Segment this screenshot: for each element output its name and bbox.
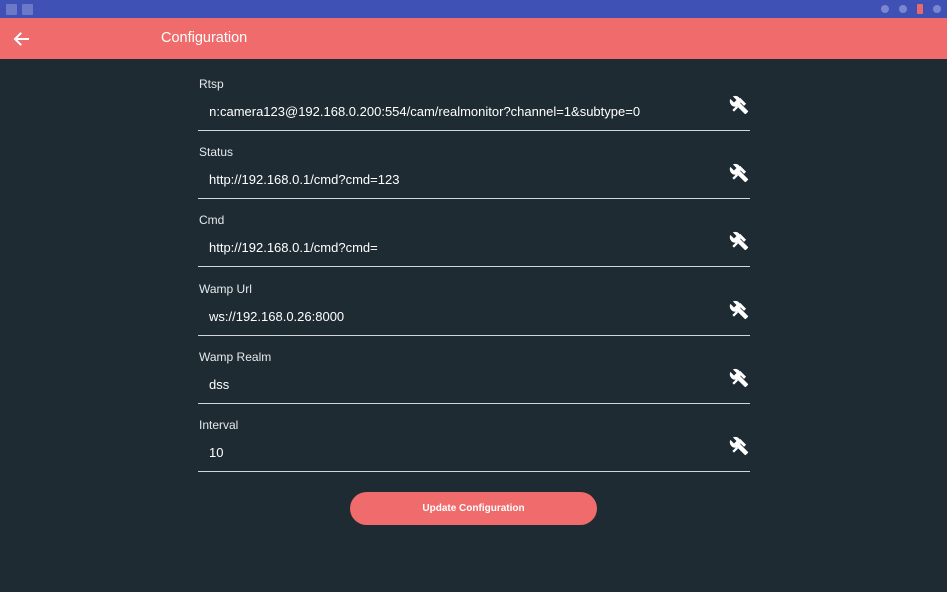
field-underline [198,335,750,336]
interval-input[interactable] [209,440,714,464]
status-input[interactable] [209,167,714,191]
field-underline [198,130,750,131]
back-button[interactable] [8,26,34,52]
status-bar-system-icons [881,4,941,14]
app-bar: Configuration [0,18,947,59]
field-wamp-url: Wamp Url [198,278,750,346]
wifi-icon [899,5,907,13]
field-label-cmd: Cmd [199,213,225,227]
field-rtsp: Rtsp [198,73,750,141]
field-interval: Interval [198,414,750,482]
field-underline [198,471,750,472]
tools-icon[interactable] [729,231,749,251]
field-cmd: Cmd [198,209,750,277]
page-title: Configuration [161,30,248,46]
field-underline [198,198,750,199]
wamp-realm-input[interactable] [209,372,714,396]
field-label-wamp-realm: Wamp Realm [199,350,272,364]
field-label-rtsp: Rtsp [199,77,224,91]
field-label-interval: Interval [199,418,239,432]
field-label-status: Status [199,145,234,159]
cmd-input[interactable] [209,235,714,259]
field-status: Status [198,141,750,209]
bluetooth-icon [881,5,889,13]
field-label-wamp-url: Wamp Url [199,282,252,296]
rtsp-input[interactable] [209,99,714,123]
tools-icon[interactable] [729,300,749,320]
tools-icon[interactable] [729,436,749,456]
field-underline [198,266,750,267]
field-wamp-realm: Wamp Realm [198,346,750,414]
tools-icon[interactable] [729,368,749,388]
notification-icon [22,3,33,15]
wamp-url-input[interactable] [209,304,714,328]
notification-icon [6,3,17,15]
status-bar-notifications [6,3,33,15]
update-configuration-button[interactable]: Update Configuration [350,492,597,525]
clock-icon [933,5,941,13]
tools-icon[interactable] [729,95,749,115]
field-underline [198,403,750,404]
battery-icon [917,4,923,14]
system-status-bar [0,0,947,18]
tools-icon[interactable] [729,163,749,183]
arrow-left-icon [13,32,29,46]
